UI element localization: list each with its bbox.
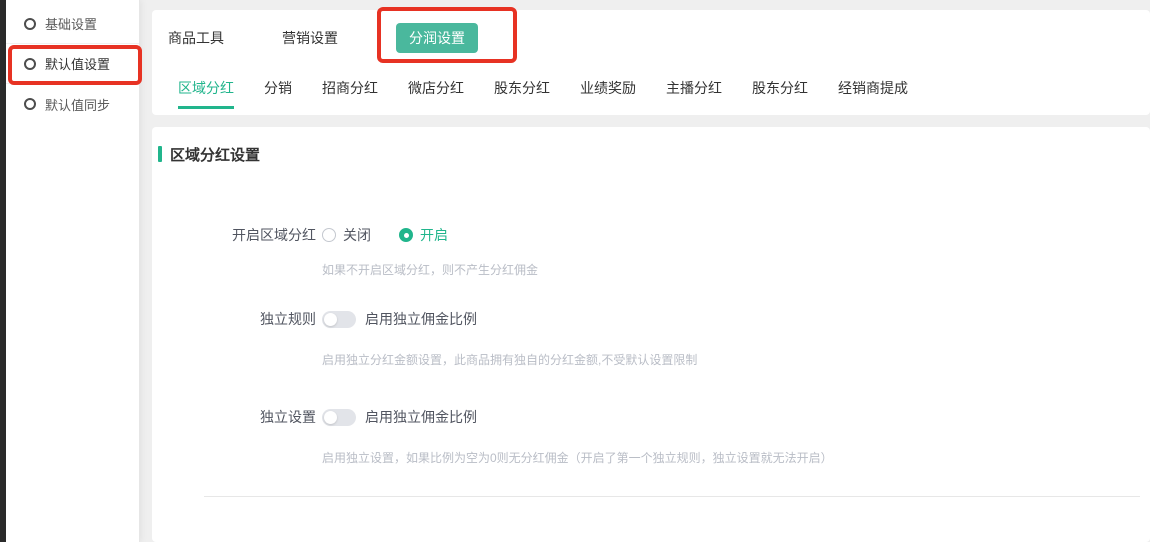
circle-icon xyxy=(24,18,36,30)
page: 基础设置 默认值设置 默认值同步 商品工具 营销设置 分润设置 区域分红 分销 … xyxy=(0,0,1150,542)
subtab-dealer-commission[interactable]: 经销商提成 xyxy=(838,78,908,109)
circle-icon xyxy=(24,98,36,110)
settings-form: 开启区域分红 关闭 开启 如果不开启区域分红，则不产生分红佣金 独立规则 xyxy=(152,225,1150,497)
top-tabs: 商品工具 营销设置 分润设置 xyxy=(152,10,1150,53)
radio-selected-icon[interactable] xyxy=(399,228,413,242)
form-row-independent-rule: 独立规则 启用独立佣金比例 xyxy=(152,309,1150,329)
switch-knob xyxy=(324,411,337,424)
tab-profit-settings[interactable]: 分润设置 xyxy=(396,23,478,53)
sidebar-item-basic-settings[interactable]: 基础设置 xyxy=(6,4,139,44)
toggle-switch-off[interactable] xyxy=(322,409,356,426)
form-label: 独立规则 xyxy=(152,309,316,329)
help-text-rule: 启用独立分红金额设置，此商品拥有独自的分红金额,不受默认设置限制 xyxy=(322,351,1150,368)
sidebar-item-label: 默认值同步 xyxy=(45,95,110,114)
switch-group-setting: 启用独立佣金比例 xyxy=(322,407,477,427)
horizontal-divider xyxy=(204,496,1140,497)
subtab-distribution[interactable]: 分销 xyxy=(264,78,292,109)
help-text-setting: 启用独立设置，如果比例为空为0则无分红佣金（开启了第一个独立规则，独立设置就无法… xyxy=(322,449,1150,466)
subtab-shareholder-dividend-2[interactable]: 股东分红 xyxy=(752,78,808,109)
radio-label: 关闭 xyxy=(343,225,371,245)
section-title: 区域分红设置 xyxy=(158,145,1150,163)
form-row-enable-region-dividend: 开启区域分红 关闭 开启 xyxy=(152,225,1150,245)
sidebar-item-label: 默认值设置 xyxy=(45,54,110,73)
switch-label: 启用独立佣金比例 xyxy=(365,407,477,427)
subtab-performance-reward[interactable]: 业绩奖励 xyxy=(580,78,636,109)
radio-group-enable: 关闭 开启 xyxy=(322,225,448,245)
radio-icon[interactable] xyxy=(322,228,336,242)
form-label: 开启区域分红 xyxy=(152,225,316,245)
tab-marketing-settings[interactable]: 营销设置 xyxy=(282,23,338,53)
tabs-card: 商品工具 营销设置 分润设置 区域分红 分销 招商分红 微店分红 股东分红 业绩… xyxy=(152,10,1150,115)
switch-label: 启用独立佣金比例 xyxy=(365,309,477,329)
radio-option-off[interactable]: 关闭 xyxy=(322,225,371,245)
sidebar-item-default-value-sync[interactable]: 默认值同步 xyxy=(6,84,139,124)
subtab-anchor-dividend[interactable]: 主播分红 xyxy=(666,78,722,109)
form-row-independent-setting: 独立设置 启用独立佣金比例 xyxy=(152,407,1150,427)
subtab-shareholder-dividend[interactable]: 股东分红 xyxy=(494,78,550,109)
sidebar-item-label: 基础设置 xyxy=(45,14,97,33)
radio-label: 开启 xyxy=(420,225,448,245)
tab-product-tools[interactable]: 商品工具 xyxy=(168,23,224,53)
sub-tabs: 区域分红 分销 招商分红 微店分红 股东分红 业绩奖励 主播分红 股东分红 经销… xyxy=(152,78,1150,109)
title-accent-bar xyxy=(158,146,162,162)
subtab-microstore-dividend[interactable]: 微店分红 xyxy=(408,78,464,109)
form-label: 独立设置 xyxy=(152,407,316,427)
sidebar: 基础设置 默认值设置 默认值同步 xyxy=(6,0,140,542)
settings-card: 区域分红设置 开启区域分红 关闭 开启 如果不开启区域分红，则不产生分红佣金 xyxy=(152,127,1150,542)
section-title-text: 区域分红设置 xyxy=(170,144,260,165)
switch-knob xyxy=(324,313,337,326)
circle-icon xyxy=(24,58,36,70)
radio-option-on[interactable]: 开启 xyxy=(399,225,448,245)
subtab-region-dividend[interactable]: 区域分红 xyxy=(178,78,234,109)
help-text-enable: 如果不开启区域分红，则不产生分红佣金 xyxy=(322,261,1150,278)
subtab-merchant-dividend[interactable]: 招商分红 xyxy=(322,78,378,109)
sidebar-item-default-value-settings[interactable]: 默认值设置 xyxy=(6,44,139,84)
toggle-switch-off[interactable] xyxy=(322,311,356,328)
switch-group-rule: 启用独立佣金比例 xyxy=(322,309,477,329)
